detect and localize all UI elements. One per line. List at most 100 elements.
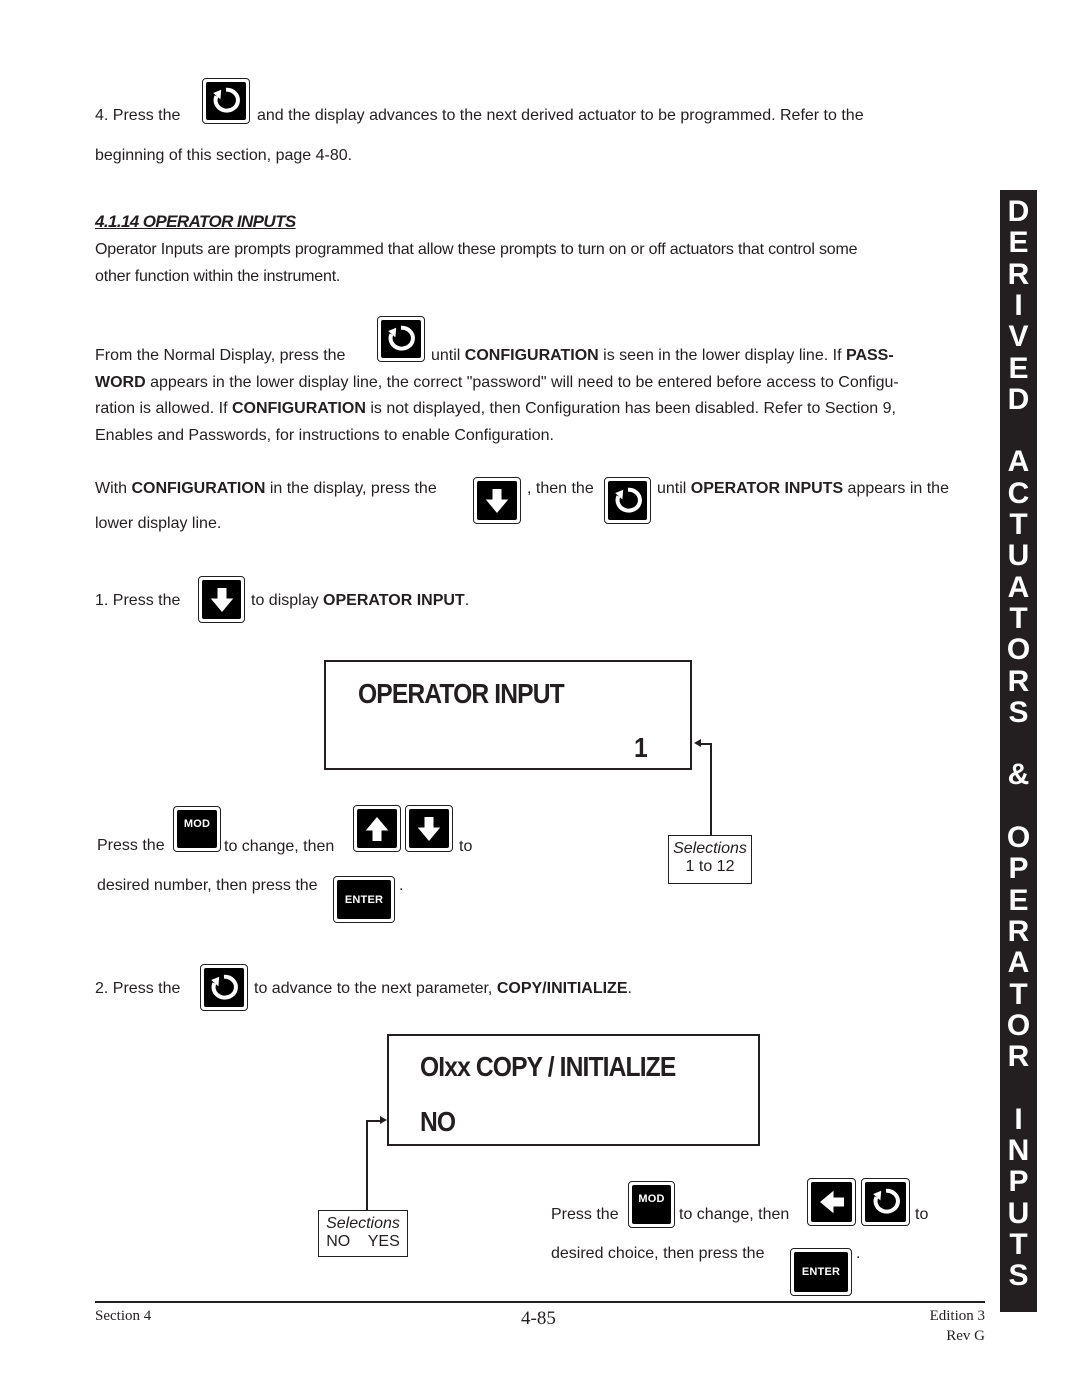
side-tab-letter: T	[1009, 1227, 1028, 1261]
scroll-key-button[interactable]	[200, 964, 248, 1011]
left-key-button[interactable]	[807, 1178, 856, 1226]
instr2-line2: desired choice, then press the	[551, 1245, 765, 1262]
scroll-cycle-key-icon	[207, 972, 241, 1004]
with-config-line2: lower display line.	[95, 515, 222, 532]
side-tab-letter: I	[1014, 1102, 1023, 1136]
instr1-to: to	[459, 838, 473, 855]
mod-key-button[interactable]: MOD	[173, 806, 221, 852]
bold-operator-input: OPERATOR INPUT	[323, 592, 465, 609]
bold-operator-inputs: OPERATOR INPUTS	[690, 480, 844, 497]
enter-key-button[interactable]: ENTER	[790, 1248, 852, 1296]
with-config-a: With CONFIGURATION in the display, press…	[95, 479, 437, 499]
up-arrow-key-icon	[362, 813, 392, 845]
lcd-display-operator-input: OPERATOR INPUT 1	[324, 660, 692, 770]
text-span: appears in the lower display line, the c…	[145, 374, 899, 391]
connector-line	[366, 1120, 368, 1210]
text-span: ration is allowed. If	[95, 400, 232, 417]
section-intro-line2: other function within the instrument.	[95, 268, 341, 285]
step2-prefix: 2. Press the	[95, 980, 181, 997]
connector-line	[710, 743, 712, 835]
instr2-to: to	[915, 1206, 929, 1223]
instr2-to-change: to change, then	[679, 1206, 790, 1223]
side-tab-letter: S	[1008, 1259, 1029, 1293]
config-line1-b: until CONFIGURATION is seen in the lower…	[431, 346, 894, 366]
text-span: until	[431, 347, 465, 364]
instr1-to-change: to change, then	[224, 838, 335, 855]
mod-key-button[interactable]: MOD	[628, 1181, 675, 1228]
footer-edition: Edition 3	[929, 1308, 985, 1324]
text-span: is seen in the lower display line. If	[598, 347, 846, 364]
scroll-key-button[interactable]	[202, 78, 250, 124]
step4-line2: beginning of this section, page 4-80.	[95, 147, 353, 164]
side-tab-letter: U	[1007, 1196, 1030, 1230]
side-tab-letter: S	[1008, 695, 1029, 729]
with-config-c: , then the	[527, 480, 594, 497]
side-tab-letter: P	[1008, 852, 1029, 886]
scroll-cycle-key-icon	[612, 485, 644, 517]
config-line3: ration is allowed. If CONFIGURATION is n…	[95, 399, 896, 419]
connector-line	[366, 1120, 381, 1122]
instr1-press-the: Press the	[97, 837, 165, 854]
scroll-key-button[interactable]	[377, 316, 425, 362]
scroll-key-button[interactable]	[861, 1178, 910, 1226]
side-tab-letter: U	[1007, 539, 1030, 573]
side-tab-letter: T	[1009, 977, 1028, 1011]
scroll-key-button[interactable]	[604, 477, 651, 524]
enter-key-label: ENTER	[344, 893, 384, 906]
side-tab-letter: C	[1007, 476, 1030, 510]
side-tab-letter: R	[1007, 914, 1030, 948]
step2-text: to advance to the next parameter, COPY/I…	[254, 979, 632, 999]
lcd-line1: OPERATOR INPUT	[358, 678, 565, 709]
side-tab-letter: O	[1006, 1008, 1031, 1042]
footer-page-number: 4-85	[521, 1308, 556, 1329]
text-span: .	[627, 980, 632, 997]
selections-box-2: Selections NO YES	[318, 1210, 408, 1257]
side-tab-letter: T	[1009, 508, 1028, 541]
side-tab-letter: A	[1007, 445, 1030, 479]
step1-prefix: 1. Press the	[95, 592, 181, 609]
side-tab-letter: R	[1007, 664, 1030, 698]
enter-key-label: ENTER	[801, 1266, 841, 1278]
down-arrow-key-icon	[414, 813, 444, 845]
side-tab-letter: E	[1008, 226, 1029, 260]
text-span: to advance to the next parameter,	[254, 980, 497, 997]
down-key-button[interactable]	[405, 805, 453, 852]
side-tab-letter: O	[1006, 633, 1031, 667]
with-config-d: until OPERATOR INPUTS appears in the	[657, 479, 949, 499]
instr2-press-the: Press the	[551, 1206, 619, 1223]
instr2-period: .	[856, 1245, 861, 1262]
text-span: .	[464, 592, 470, 609]
up-key-button[interactable]	[353, 805, 401, 852]
side-tab-letter: N	[1007, 1134, 1030, 1167]
side-tab-letter: A	[1007, 570, 1030, 604]
selections-title: Selections	[673, 840, 747, 857]
enter-key-button[interactable]: ENTER	[333, 876, 395, 923]
config-line1-a: From the Normal Display, press the	[95, 347, 346, 364]
footer-revision: Rev G	[946, 1328, 985, 1344]
side-tab-letter: O	[1006, 821, 1031, 854]
side-tab-letter: D	[1007, 382, 1030, 416]
selections-box-1: Selections 1 to 12	[668, 835, 752, 884]
side-tab-letter: I	[1014, 288, 1023, 322]
footer-section: Section 4	[95, 1308, 152, 1324]
bold-word: WORD	[95, 374, 146, 391]
instr1-line2: desired number, then press the	[97, 877, 318, 894]
step4-suffix: and the display advances to the next der…	[257, 107, 864, 124]
left-arrow-key-icon	[816, 1187, 848, 1217]
selections-range: 1 to 12	[685, 858, 735, 875]
side-tab-letter: V	[1008, 320, 1029, 354]
bold-configuration: CONFIGURATION	[231, 400, 366, 417]
side-tab-letter: R	[1007, 257, 1030, 291]
side-tab-letter: E	[1008, 351, 1029, 385]
lcd-line2-value: 1	[634, 732, 648, 763]
selections-options: NO YES	[326, 1233, 400, 1250]
mod-key-label: MOD	[183, 818, 211, 830]
side-tab-letter: D	[1007, 195, 1030, 228]
step4-prefix: 4. Press the	[95, 107, 181, 124]
down-key-button[interactable]	[198, 576, 245, 623]
bold-copy-initialize: COPY/INITIALIZE	[496, 980, 628, 997]
step1-text: to display OPERATOR INPUT.	[251, 591, 469, 611]
bold-configuration: CONFIGURATION	[131, 480, 266, 497]
selections-title: Selections	[326, 1215, 400, 1232]
down-key-button[interactable]	[473, 477, 521, 524]
